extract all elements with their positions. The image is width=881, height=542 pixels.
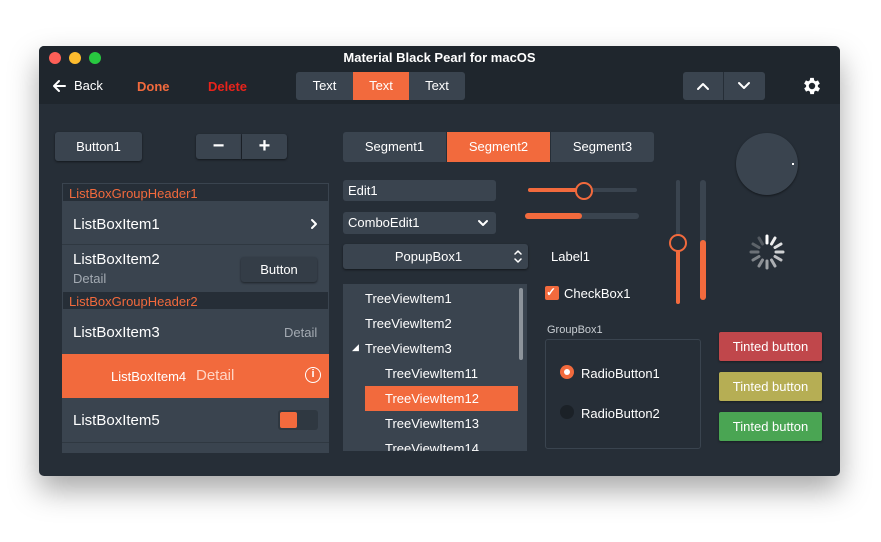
tinted-button-green[interactable]: Tinted button bbox=[719, 412, 822, 441]
radio1-dot bbox=[564, 369, 570, 375]
h-slider-fill bbox=[528, 188, 582, 192]
toolbar-segment-3[interactable]: Text bbox=[409, 72, 465, 100]
segment2[interactable]: Segment2 bbox=[447, 132, 550, 162]
chevron-right-icon bbox=[311, 219, 317, 229]
arc-dial[interactable] bbox=[736, 133, 798, 195]
back-button[interactable]: Back bbox=[49, 77, 109, 95]
delete-button[interactable]: Delete bbox=[208, 79, 247, 94]
radio2-button[interactable] bbox=[560, 405, 574, 419]
tree-item-2[interactable]: TreeViewItem2 bbox=[365, 316, 452, 331]
updown-chevron-icon bbox=[514, 250, 522, 263]
treeview-scrollbar[interactable] bbox=[519, 288, 523, 360]
tree-item-13[interactable]: TreeViewItem13 bbox=[385, 416, 479, 431]
done-button[interactable]: Done bbox=[137, 79, 170, 94]
list-item-5-switch[interactable] bbox=[278, 410, 318, 430]
popupbox1[interactable]: PopupBox1 bbox=[343, 244, 528, 269]
list-item-4[interactable]: ListBoxItem4 Detail i bbox=[62, 354, 329, 398]
comboedit1-field[interactable]: ComboEdit1 bbox=[343, 212, 496, 234]
check-icon: ✓ bbox=[546, 285, 557, 299]
window-title: Material Black Pearl for macOS bbox=[343, 50, 536, 65]
back-label: Back bbox=[74, 78, 103, 93]
v-progress-fill bbox=[700, 240, 706, 300]
radio1-button[interactable] bbox=[560, 365, 574, 379]
list-item-3-detail: Detail bbox=[284, 325, 318, 340]
chevron-down-icon[interactable] bbox=[477, 218, 489, 228]
tree-item-12-row[interactable]: TreeViewItem12 bbox=[365, 386, 518, 411]
v-slider-thumb[interactable] bbox=[669, 234, 687, 252]
list-item-1-label: ListBoxItem1 bbox=[73, 216, 160, 233]
chevron-down-icon bbox=[738, 82, 750, 89]
h-progress-bar bbox=[525, 213, 639, 219]
popupbox1-value: PopupBox1 bbox=[394, 249, 463, 264]
tinted-button-yellow[interactable]: Tinted button bbox=[719, 372, 822, 401]
listbox-group-header-2: ListBoxGroupHeader2 bbox=[62, 291, 329, 310]
list-item-1[interactable]: ListBoxItem1 bbox=[62, 202, 329, 245]
info-icon[interactable]: i bbox=[305, 367, 321, 383]
listbox-group-header-1: ListBoxGroupHeader1 bbox=[62, 183, 329, 202]
h-progress-fill bbox=[525, 213, 582, 219]
info-icon-glyph: i bbox=[311, 368, 315, 380]
button1[interactable]: Button1 bbox=[55, 132, 142, 161]
tree-item-12: TreeViewItem12 bbox=[385, 391, 479, 406]
switch-thumb bbox=[280, 412, 297, 428]
list-item-5-label: ListBoxItem5 bbox=[73, 412, 160, 429]
v-progress-bar bbox=[700, 180, 706, 300]
radio1-label[interactable]: RadioButton1 bbox=[581, 366, 660, 381]
tree-item-1[interactable]: TreeViewItem1 bbox=[365, 291, 452, 306]
arrow-left-icon bbox=[53, 80, 66, 92]
minus-button[interactable]: − bbox=[196, 134, 241, 159]
toolbar: Back Done Delete Text Text Text bbox=[39, 68, 840, 104]
toolbar-segment-2[interactable]: Text bbox=[353, 72, 409, 100]
list-item-2[interactable]: ListBoxItem2 Detail Button bbox=[62, 245, 329, 291]
scroll-down-button[interactable] bbox=[724, 72, 765, 100]
list-item-2-button[interactable]: Button bbox=[241, 257, 317, 282]
edit1-field[interactable]: Edit1 bbox=[343, 180, 496, 201]
groupbox1-title: GroupBox1 bbox=[547, 324, 603, 336]
list-item-2-label: ListBoxItem2 bbox=[73, 251, 160, 268]
segment1[interactable]: Segment1 bbox=[343, 132, 446, 162]
tree-item-14[interactable]: TreeViewItem14 bbox=[385, 441, 479, 451]
checkbox1-label[interactable]: CheckBox1 bbox=[564, 286, 630, 301]
expand-triangle-icon[interactable]: ◢ bbox=[352, 342, 359, 353]
dial-indicator bbox=[792, 163, 794, 165]
segment3[interactable]: Segment3 bbox=[551, 132, 654, 162]
label1: Label1 bbox=[551, 249, 591, 264]
h-slider-thumb[interactable] bbox=[575, 182, 593, 200]
radio2-label[interactable]: RadioButton2 bbox=[581, 406, 660, 421]
list-item-4-label: ListBoxItem4 bbox=[111, 369, 187, 384]
list-item-3-label: ListBoxItem3 bbox=[73, 324, 160, 341]
chevron-up-icon bbox=[697, 83, 709, 90]
groupbox1: RadioButton1 RadioButton2 bbox=[545, 339, 701, 449]
title-bar: Material Black Pearl for macOS bbox=[39, 46, 840, 68]
list-item-2-detail: Detail bbox=[73, 271, 107, 286]
list-item-4-detail: Detail bbox=[196, 367, 235, 384]
tree-item-11[interactable]: TreeViewItem11 bbox=[385, 366, 478, 381]
scroll-up-button[interactable] bbox=[683, 72, 724, 100]
toolbar-segment-1[interactable]: Text bbox=[296, 72, 353, 100]
tinted-button-red[interactable]: Tinted button bbox=[719, 332, 822, 361]
treeview[interactable]: TreeViewItem1 TreeViewItem2 ◢ TreeViewIt… bbox=[343, 284, 527, 451]
app-window: Material Black Pearl for macOS Back Done… bbox=[39, 46, 840, 476]
checkbox1-box[interactable]: ✓ bbox=[545, 285, 559, 300]
tree-item-3[interactable]: TreeViewItem3 bbox=[365, 341, 452, 356]
plus-button[interactable]: + bbox=[242, 134, 287, 159]
activity-indicator-icon bbox=[749, 234, 785, 270]
comboedit1-value: ComboEdit1 bbox=[348, 215, 420, 230]
list-item-5[interactable]: ListBoxItem5 bbox=[62, 398, 329, 443]
gear-icon[interactable] bbox=[801, 75, 823, 97]
list-item-3[interactable]: ListBoxItem3 Detail bbox=[62, 310, 329, 353]
